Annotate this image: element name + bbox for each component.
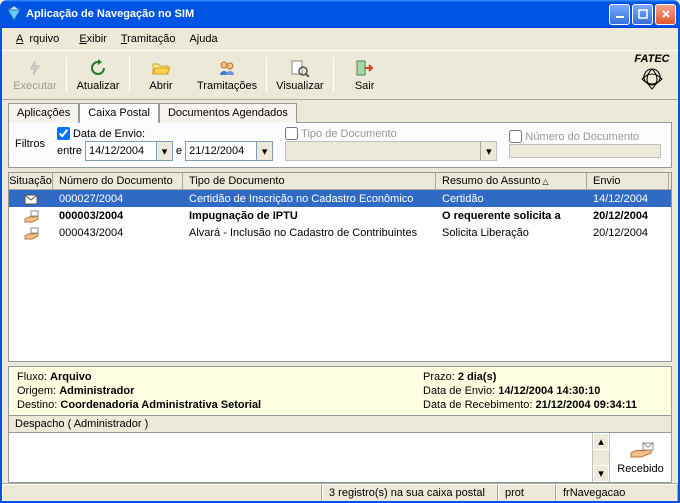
folder-open-icon bbox=[151, 58, 171, 78]
table-row[interactable]: 000043/2004Alvará - Inclusão no Cadastro… bbox=[9, 224, 671, 241]
row-tipo: Certidão de Inscrição no Cadastro Econôm… bbox=[183, 192, 436, 206]
tab-caixa-postal[interactable]: Caixa Postal bbox=[79, 103, 159, 123]
data-envio-value: 14/12/2004 14:30:10 bbox=[498, 385, 600, 397]
vertical-scrollbar[interactable]: ▴ ▾ bbox=[592, 433, 609, 482]
row-resumo: Solicita Liberação bbox=[436, 226, 587, 240]
status-prot: prot bbox=[498, 484, 556, 501]
scroll-up-icon[interactable]: ▴ bbox=[593, 433, 609, 450]
date-to-picker[interactable]: ▾ bbox=[185, 141, 273, 161]
row-tipo: Alvará - Inclusão no Cadastro de Contrib… bbox=[183, 226, 436, 240]
prazo-value: 2 dia(s) bbox=[458, 371, 497, 383]
col-resumo[interactable]: Resumo do Assunto△ bbox=[436, 173, 587, 189]
menu-ajuda[interactable]: Ajuda bbox=[183, 31, 223, 47]
destino-value: Coordenadoria Administrativa Setorial bbox=[60, 399, 261, 411]
row-tipo: Impugnação de IPTU bbox=[183, 209, 436, 223]
table-row[interactable]: 000003/2004Impugnação de IPTUO requerent… bbox=[9, 207, 671, 224]
col-situacao[interactable]: Situação bbox=[9, 173, 53, 189]
row-numero: 000027/2004 bbox=[53, 192, 183, 206]
titlebar[interactable]: Aplicação de Navegação no SIM bbox=[0, 0, 680, 28]
close-button[interactable] bbox=[655, 4, 676, 25]
data-envio-checkbox[interactable]: Data de Envio: bbox=[57, 127, 273, 140]
date-from-picker[interactable]: ▾ bbox=[85, 141, 173, 161]
grid-header[interactable]: Situação Número do Documento Tipo de Doc… bbox=[9, 173, 671, 190]
status-count: 3 registro(s) na sua caixa postal bbox=[322, 484, 498, 501]
tabs: Aplicações Caixa Postal Documentos Agend… bbox=[2, 102, 678, 122]
scroll-down-icon[interactable]: ▾ bbox=[593, 465, 609, 482]
tipo-doc-combo: ▾ bbox=[285, 141, 497, 161]
row-status-icon bbox=[9, 225, 53, 241]
app-icon bbox=[6, 6, 22, 22]
menu-exibir[interactable]: Exibir bbox=[73, 31, 113, 47]
details-panel: Fluxo: Arquivo Origem: Administrador Des… bbox=[8, 366, 672, 416]
filters-panel: Filtros Data de Envio: entre ▾ e ▾ Tipo … bbox=[8, 122, 672, 168]
tab-documentos-agendados[interactable]: Documentos Agendados bbox=[159, 103, 297, 123]
row-resumo: Certidão bbox=[436, 192, 587, 206]
filters-label: Filtros bbox=[15, 138, 45, 150]
despacho-area: ▴ ▾ Recebido bbox=[8, 433, 672, 483]
row-numero: 000043/2004 bbox=[53, 226, 183, 240]
hand-mail-icon bbox=[627, 439, 655, 461]
row-envio: 20/12/2004 bbox=[587, 226, 669, 240]
bolt-icon bbox=[25, 58, 45, 78]
num-doc-input bbox=[509, 144, 661, 158]
sair-button[interactable]: Sair bbox=[336, 53, 394, 97]
col-tipo[interactable]: Tipo de Documento bbox=[183, 173, 436, 189]
menubar: Arquivo Exibir Tramitação Ajuda bbox=[2, 28, 678, 50]
chevron-down-icon[interactable]: ▾ bbox=[256, 142, 272, 160]
recebido-button[interactable]: Recebido bbox=[609, 433, 671, 482]
row-numero: 000003/2004 bbox=[53, 209, 183, 223]
users-icon bbox=[217, 58, 237, 78]
num-doc-checkbox[interactable]: Número do Documento bbox=[509, 130, 661, 143]
abrir-button[interactable]: Abrir bbox=[132, 53, 190, 97]
table-row[interactable]: 000027/2004Certidão de Inscrição no Cada… bbox=[9, 190, 671, 207]
magnifier-icon bbox=[290, 58, 310, 78]
chevron-down-icon[interactable]: ▾ bbox=[156, 142, 172, 160]
col-envio[interactable]: Envio bbox=[587, 173, 669, 189]
col-numero[interactable]: Número do Documento bbox=[53, 173, 183, 189]
statusbar: 3 registro(s) na sua caixa postal prot f… bbox=[2, 483, 678, 501]
row-status-icon bbox=[9, 208, 53, 224]
row-envio: 20/12/2004 bbox=[587, 209, 669, 223]
refresh-icon bbox=[88, 58, 108, 78]
executar-button: Executar bbox=[6, 53, 64, 97]
exit-icon bbox=[355, 58, 375, 78]
visualizar-button[interactable]: Visualizar bbox=[269, 53, 331, 97]
tab-aplicacoes[interactable]: Aplicações bbox=[8, 103, 79, 123]
window-title: Aplicação de Navegação no SIM bbox=[26, 8, 194, 20]
row-envio: 14/12/2004 bbox=[587, 192, 669, 206]
atualizar-button[interactable]: Atualizar bbox=[69, 53, 127, 97]
despacho-header: Despacho ( Administrador ) bbox=[8, 416, 672, 433]
brand-logo: FATEC bbox=[626, 51, 678, 99]
row-status-icon bbox=[9, 191, 53, 207]
tipo-doc-checkbox[interactable]: Tipo de Documento bbox=[285, 127, 497, 140]
data-receb-value: 21/12/2004 09:34:11 bbox=[536, 399, 638, 411]
sort-asc-icon: △ bbox=[542, 177, 548, 186]
fluxo-value: Arquivo bbox=[50, 371, 92, 383]
documents-grid[interactable]: Situação Número do Documento Tipo de Doc… bbox=[8, 172, 672, 362]
row-resumo: O requerente solicita a bbox=[436, 209, 587, 223]
chevron-down-icon: ▾ bbox=[480, 142, 496, 160]
tramitacoes-button[interactable]: Tramitações bbox=[190, 53, 264, 97]
toolbar: Executar Atualizar Abrir Tramitações Vis… bbox=[2, 51, 398, 99]
menu-tramitacao[interactable]: Tramitação bbox=[115, 31, 182, 47]
menu-arquivo[interactable]: Arquivo bbox=[10, 31, 71, 47]
maximize-button[interactable] bbox=[632, 4, 653, 25]
origem-value: Administrador bbox=[59, 385, 134, 397]
minimize-button[interactable] bbox=[609, 4, 630, 25]
status-form: frNavegacao bbox=[556, 484, 678, 501]
